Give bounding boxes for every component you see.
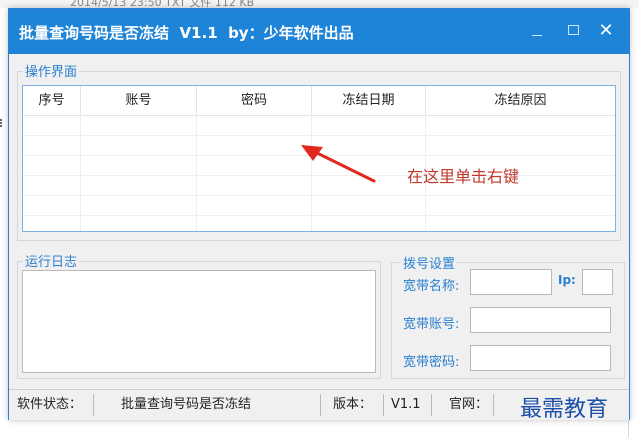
background-file-list: 2014/5/13 23:50 TXT 文件 112 KB: [0, 0, 639, 8]
broadband-account-label: 宽带账号:: [403, 317, 460, 332]
title-bar[interactable]: 批量查询号码是否冻结 V1.1 by：少年软件出品 ✕: [9, 9, 629, 54]
status-state-label: 软件状态：: [17, 394, 94, 416]
watermark-logo: 最需教育: [520, 397, 609, 422]
broadband-name-input[interactable]: [470, 269, 552, 295]
close-button[interactable]: ✕: [593, 18, 619, 44]
close-icon: ✕: [598, 20, 614, 41]
dial-settings-group-label: 拨号设置: [401, 253, 458, 272]
operations-group-label: 操作界面: [23, 61, 80, 80]
status-version-label: 版本：: [333, 394, 384, 416]
background-splitter-grip: [0, 118, 4, 128]
maximize-icon: [568, 25, 579, 35]
ip-label: Ip:: [558, 273, 576, 287]
app-window: 批量查询号码是否冻结 V1.1 by：少年软件出品 ✕ 操作界面 序号 账号 密…: [8, 8, 630, 420]
status-version-value: V1.1: [391, 394, 432, 416]
log-group-label: 运行日志: [23, 251, 80, 270]
right-click-hint: 在这里单击右键: [407, 167, 520, 186]
background-file-row: 2014/5/13 23:50 TXT 文件 112 KB: [70, 0, 255, 8]
column-header-freeze-date[interactable]: 冻结日期: [312, 86, 426, 115]
window-title: 批量查询号码是否冻结 V1.1 by：少年软件出品: [19, 24, 354, 42]
log-textarea[interactable]: [22, 270, 376, 373]
row-divider: [23, 135, 615, 136]
broadband-account-input[interactable]: [470, 307, 611, 333]
broadband-password-input[interactable]: [470, 345, 611, 371]
minimize-button[interactable]: [524, 18, 550, 44]
column-divider: [196, 115, 197, 231]
maximize-button[interactable]: [560, 18, 586, 44]
minimize-icon: [532, 35, 542, 36]
status-state-value: 批量查询号码是否冻结: [121, 394, 321, 416]
column-header-index[interactable]: 序号: [23, 86, 81, 115]
column-header-account[interactable]: 账号: [81, 86, 197, 115]
broadband-name-label: 宽带名称:: [403, 279, 460, 294]
broadband-password-label: 宽带密码:: [403, 355, 460, 370]
account-list-header: 序号 账号 密码 冻结日期 冻结原因: [23, 86, 615, 116]
row-divider: [23, 195, 615, 196]
red-arrow-icon: [301, 145, 376, 183]
column-header-password[interactable]: 密码: [197, 86, 312, 115]
row-divider: [23, 215, 615, 216]
column-divider: [80, 115, 81, 231]
status-site-label: 官网：: [449, 394, 494, 416]
column-header-freeze-reason[interactable]: 冻结原因: [426, 86, 615, 115]
ip-input[interactable]: [582, 269, 613, 295]
